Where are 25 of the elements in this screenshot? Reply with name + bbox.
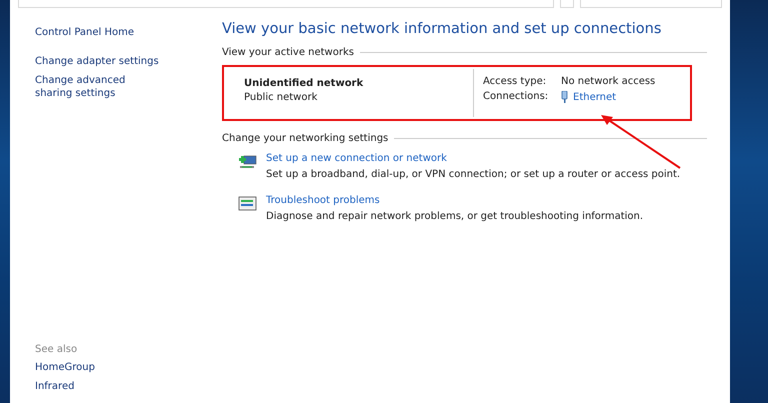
refresh-button[interactable] [560, 0, 574, 8]
sidebar-link[interactable]: Control Panel Home [35, 26, 213, 39]
sidebar-link[interactable]: Change adapter settings [35, 55, 213, 68]
troubleshoot-icon [238, 195, 257, 212]
network-name: Unidentified network [244, 78, 364, 89]
network-type: Public network [244, 92, 318, 103]
see-also-link[interactable]: Infrared [35, 380, 213, 393]
settings-link[interactable]: Troubleshoot problems [266, 195, 644, 206]
access-type-value: No network access [561, 76, 656, 87]
see-also-heading: See also [35, 344, 78, 355]
address-bar[interactable] [18, 0, 554, 8]
connections-label: Connections: [483, 91, 550, 103]
access-type-label: Access type: [483, 76, 548, 87]
page-title: View your basic network information and set up connections [222, 21, 662, 37]
search-field[interactable] [580, 0, 722, 8]
network-setup-icon [238, 153, 257, 170]
ethernet-plug-icon [561, 91, 568, 103]
section-heading: View your active networks [222, 47, 354, 58]
sidebar-link[interactable]: Change advanced sharing settings [35, 74, 155, 100]
settings-link[interactable]: Set up a new connection or network [266, 153, 680, 164]
ethernet-link[interactable]: Ethernet [573, 92, 616, 102]
see-also-link[interactable]: HomeGroup [35, 361, 213, 374]
settings-description: Diagnose and repair network problems, or get troubleshooting information. [266, 211, 644, 222]
section-heading: Change your networking settings [222, 133, 388, 144]
settings-description: Set up a broadband, dial-up, or VPN connection; or set up a router or access point. [266, 169, 680, 180]
